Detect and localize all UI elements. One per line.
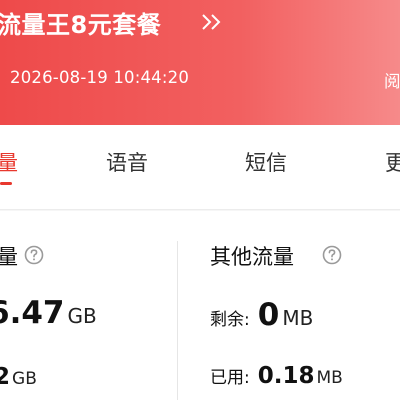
tab-sms[interactable]: 短信 <box>245 147 287 177</box>
tab-data[interactable]: 量 <box>0 147 18 177</box>
double-chevron-right-icon[interactable] <box>200 12 224 32</box>
right-used-row: 已用: 0.18 MB <box>210 363 343 389</box>
right-remaining-value: 0 <box>257 297 280 333</box>
read-link[interactable]: 阅 <box>384 68 400 92</box>
help-icon[interactable] <box>24 245 44 265</box>
left-remaining-row: 6.47 GB <box>0 295 97 331</box>
right-remaining-unit: MB <box>282 306 314 330</box>
right-used-value: 0.18 <box>257 363 315 389</box>
usage-card: 量 6.47 GB 2 GB 其他流量 剩余: 0 MB 已用: 0.18 MB <box>0 211 400 400</box>
tab-voice[interactable]: 语音 <box>106 147 148 177</box>
update-timestamp: 2026-08-19 10:44:20 <box>10 68 190 87</box>
panel-divider <box>177 241 178 400</box>
right-used-label: 已用: <box>210 368 250 388</box>
tab-bar: 量 语音 短信 更 <box>0 125 400 210</box>
plan-title: 流量王8元套餐 <box>0 11 162 39</box>
right-remaining-label: 剩余: <box>210 310 250 330</box>
right-used-unit: MB <box>316 368 343 388</box>
left-remaining-value: 6.47 <box>0 295 65 331</box>
left-remaining-unit: GB <box>67 304 97 328</box>
help-icon[interactable] <box>322 245 342 265</box>
left-used-row: 2 GB <box>0 364 37 390</box>
tab-more[interactable]: 更 <box>385 147 400 177</box>
active-tab-indicator <box>0 182 12 185</box>
left-used-unit: GB <box>12 369 37 389</box>
left-section-title: 量 <box>0 245 18 269</box>
right-section-title: 其他流量 <box>210 245 294 269</box>
left-used-value: 2 <box>0 364 11 390</box>
right-remaining-row: 剩余: 0 MB <box>210 297 313 333</box>
plan-header: 流量王8元套餐 2026-08-19 10:44:20 阅 <box>0 0 400 125</box>
